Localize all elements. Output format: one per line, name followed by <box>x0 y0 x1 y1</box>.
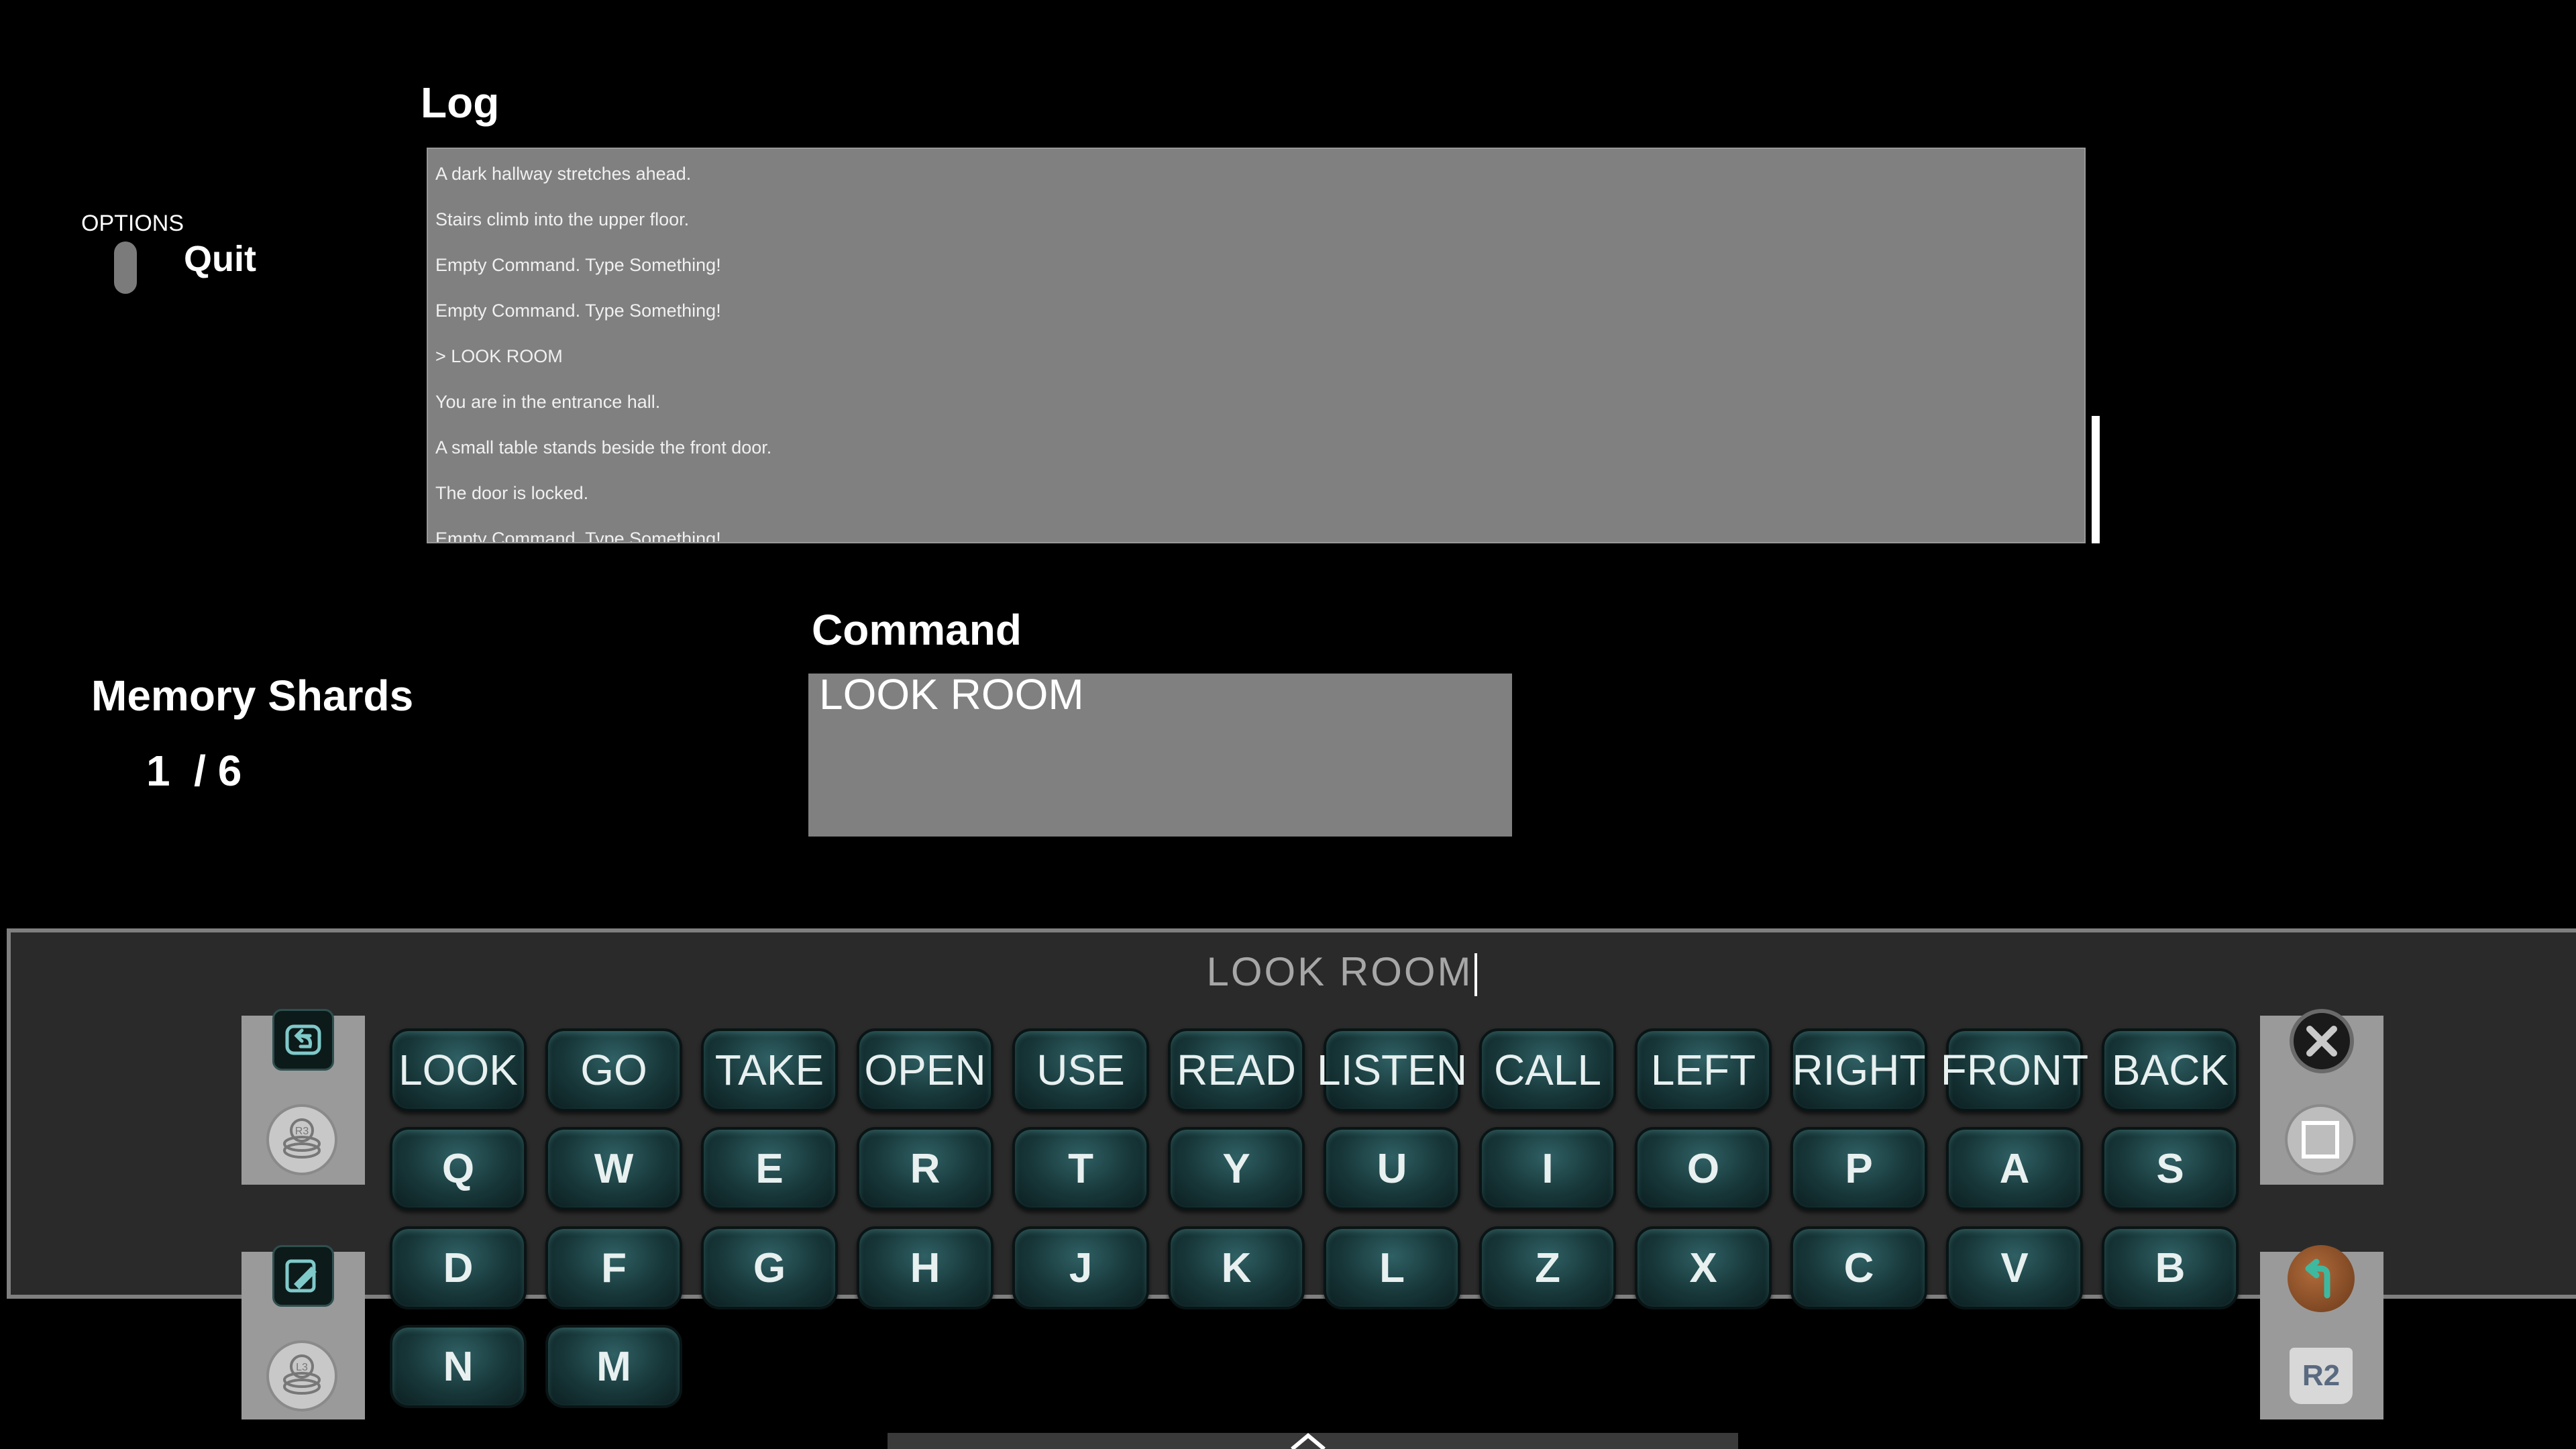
chevron-up-icon <box>1291 1433 1326 1449</box>
keyboard-input-text: LOOK ROOM <box>1206 949 1473 994</box>
r2-trigger-icon: R2 <box>2288 1346 2355 1406</box>
key-p[interactable]: P <box>1790 1127 1927 1210</box>
log-line: The door is locked. <box>435 483 589 503</box>
key-c[interactable]: C <box>1790 1226 1927 1309</box>
key-x[interactable]: X <box>1635 1226 1772 1309</box>
memory-shards-title: Memory Shards <box>91 672 414 720</box>
log-line: Empty Command. Type Something! <box>435 301 721 321</box>
key-look[interactable]: LOOK <box>390 1028 527 1112</box>
square-button-icon <box>2285 1104 2356 1175</box>
undo-icon <box>272 1009 334 1071</box>
log-title: Log <box>421 78 500 127</box>
log-scrollbar[interactable] <box>2092 416 2100 543</box>
key-u[interactable]: U <box>1324 1127 1460 1210</box>
key-front[interactable]: FRONT <box>1941 1028 2088 1112</box>
back-arrow-icon <box>2288 1245 2355 1312</box>
key-go[interactable]: GO <box>545 1028 682 1112</box>
keyboard-input-field[interactable]: LOOK ROOM <box>1073 949 1610 1002</box>
quit-button[interactable]: Quit <box>184 238 256 280</box>
key-i[interactable]: I <box>1479 1127 1616 1210</box>
key-d[interactable]: D <box>390 1226 527 1309</box>
key-o[interactable]: O <box>1635 1127 1772 1210</box>
key-k[interactable]: K <box>1168 1226 1305 1309</box>
r2-trigger-button[interactable]: R2 <box>2288 1346 2355 1406</box>
log-line: A dark hallway stretches ahead. <box>435 164 692 184</box>
r3-stick-icon: R3 <box>266 1104 337 1175</box>
log-lines: A dark hallway stretches ahead. Stairs c… <box>428 151 772 543</box>
edit-button[interactable] <box>272 1245 334 1307</box>
close-x-icon <box>2290 1009 2354 1073</box>
key-back[interactable]: BACK <box>2102 1028 2239 1112</box>
key-n[interactable]: N <box>390 1325 527 1408</box>
l3-stick-icon: L3 <box>266 1340 337 1411</box>
key-use[interactable]: USE <box>1012 1028 1149 1112</box>
key-left[interactable]: LEFT <box>1635 1028 1772 1112</box>
key-listen[interactable]: LISTEN <box>1317 1028 1467 1112</box>
l3-stick-button[interactable]: L3 <box>266 1340 337 1411</box>
key-z[interactable]: Z <box>1479 1226 1616 1309</box>
edit-icon <box>272 1245 334 1307</box>
log-panel[interactable]: A dark hallway stretches ahead. Stairs c… <box>427 148 2086 543</box>
key-e[interactable]: E <box>701 1127 838 1210</box>
undo-button[interactable] <box>272 1009 334 1071</box>
log-line: A small table stands beside the front do… <box>435 437 772 458</box>
command-text: LOOK ROOM <box>819 670 1084 718</box>
key-f[interactable]: F <box>545 1226 682 1309</box>
key-y[interactable]: Y <box>1168 1127 1305 1210</box>
r2-label: R2 <box>2302 1359 2341 1392</box>
key-m[interactable]: M <box>545 1325 682 1408</box>
log-line: Stairs climb into the upper floor. <box>435 209 690 229</box>
key-w[interactable]: W <box>545 1127 682 1210</box>
text-caret <box>1474 953 1477 997</box>
key-h[interactable]: H <box>857 1226 994 1309</box>
log-line: Empty Command. Type Something! <box>435 255 721 275</box>
log-line: Empty Command. Type Something! <box>435 529 721 543</box>
back-button[interactable] <box>2288 1245 2355 1312</box>
r3-label: R3 <box>295 1126 309 1137</box>
command-input[interactable]: LOOK ROOM <box>808 670 1512 837</box>
r3-stick-button[interactable]: R3 <box>266 1104 337 1175</box>
options-label: OPTIONS <box>81 211 184 236</box>
key-open[interactable]: OPEN <box>857 1028 994 1112</box>
options-button-icon[interactable] <box>114 241 137 294</box>
command-title: Command <box>812 606 1022 654</box>
key-j[interactable]: J <box>1012 1226 1149 1309</box>
key-call[interactable]: CALL <box>1479 1028 1616 1112</box>
memory-shards-count: 1 / 6 <box>146 747 242 795</box>
log-line: You are in the entrance hall. <box>435 392 661 412</box>
key-take[interactable]: TAKE <box>701 1028 838 1112</box>
log-line: > LOOK ROOM <box>435 346 563 366</box>
key-g[interactable]: G <box>701 1226 838 1309</box>
close-button[interactable] <box>2290 1009 2354 1073</box>
key-q[interactable]: Q <box>390 1127 527 1210</box>
key-right[interactable]: RIGHT <box>1790 1028 1927 1112</box>
key-r[interactable]: R <box>857 1127 994 1210</box>
key-a[interactable]: A <box>1946 1127 2083 1210</box>
key-s[interactable]: S <box>2102 1127 2239 1210</box>
key-l[interactable]: L <box>1324 1226 1460 1309</box>
key-v[interactable]: V <box>1946 1226 2083 1309</box>
key-t[interactable]: T <box>1012 1127 1149 1210</box>
key-b[interactable]: B <box>2102 1226 2239 1309</box>
l3-label: L3 <box>296 1362 308 1373</box>
square-button[interactable] <box>2285 1104 2356 1175</box>
key-read[interactable]: READ <box>1168 1028 1305 1112</box>
